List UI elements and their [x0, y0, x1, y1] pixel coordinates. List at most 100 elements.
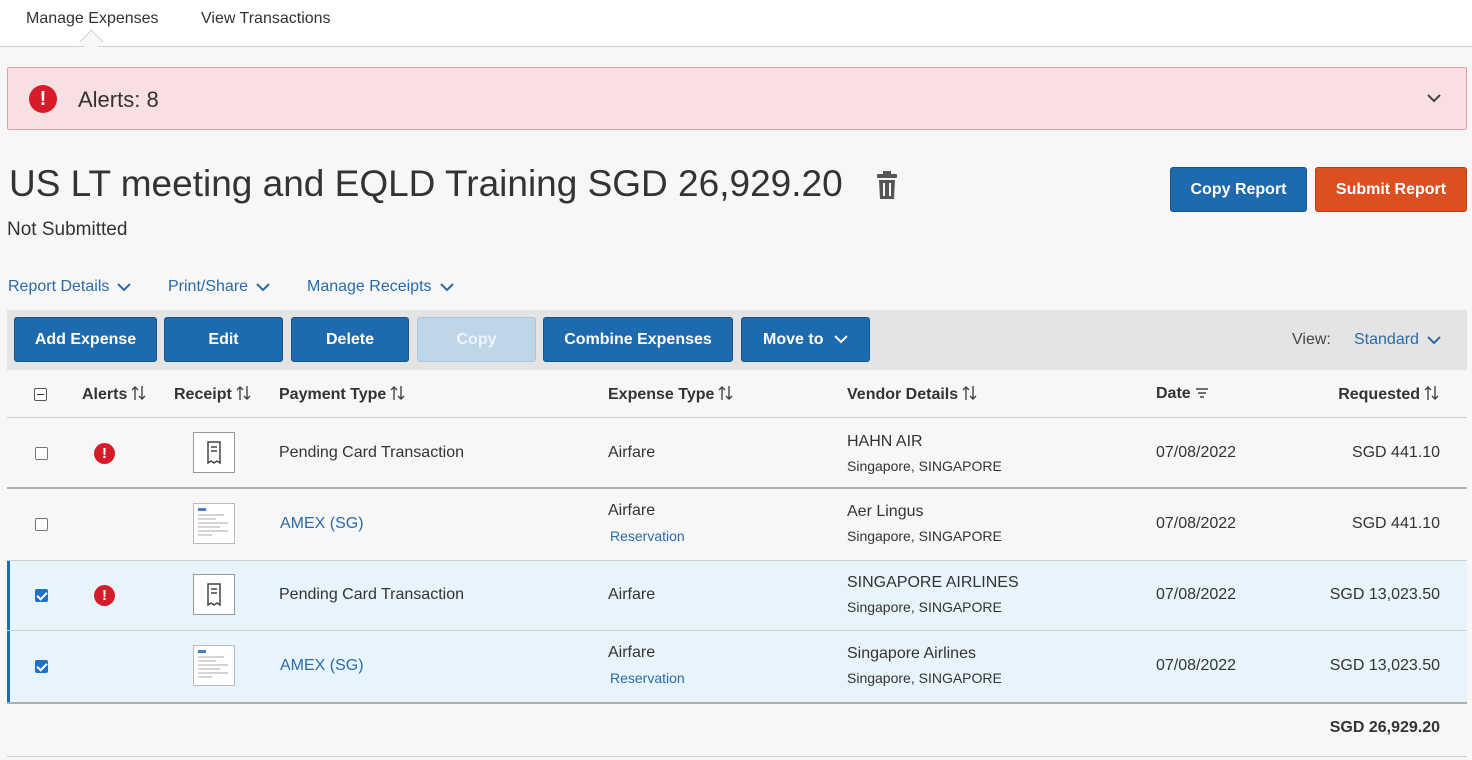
receipt-icon[interactable] — [193, 432, 235, 473]
vendor-name: Aer Lingus — [847, 503, 924, 520]
chevron-down-icon — [1427, 336, 1441, 345]
alerts-banner[interactable]: ! Alerts: 8 — [7, 67, 1467, 130]
bottom-divider — [7, 756, 1467, 757]
select-all-checkbox[interactable] — [34, 388, 47, 401]
receipt-thumbnail[interactable] — [193, 645, 235, 686]
delete-button[interactable]: Delete — [291, 317, 409, 362]
row-checkbox[interactable] — [35, 518, 48, 531]
exclamation-circle-icon: ! — [94, 585, 115, 606]
view-selector[interactable]: Standard — [1354, 331, 1441, 349]
receipt-icon[interactable] — [193, 574, 235, 615]
chevron-down-icon — [117, 283, 132, 292]
report-details-menu[interactable]: Report Details — [8, 278, 132, 296]
exclamation-circle-icon: ! — [94, 443, 115, 464]
transaction-date: 07/08/2022 — [1156, 586, 1237, 603]
reservation-link[interactable]: Reservation — [610, 670, 685, 686]
column-header-vendor-details[interactable]: Vendor Details — [847, 385, 978, 404]
column-header-date-label: Date — [1156, 385, 1191, 402]
vendor-location: Singapore, SINGAPORE — [847, 599, 1002, 615]
transaction-date: 07/08/2022 — [1156, 515, 1237, 532]
chevron-down-icon[interactable] — [1426, 90, 1442, 106]
receipt-thumbnail[interactable] — [193, 503, 235, 544]
tab-manage-expenses[interactable]: Manage Expenses — [26, 10, 159, 28]
requested-amount: SGD 441.10 — [1351, 444, 1440, 461]
expense-type: Airfare — [608, 644, 656, 661]
expense-toolbar: Add Expense Edit Delete Copy Combine Exp… — [7, 310, 1467, 370]
column-header-receipt-label: Receipt — [174, 386, 232, 403]
chevron-down-icon — [834, 335, 848, 344]
transaction-date: 07/08/2022 — [1156, 444, 1237, 461]
column-header-expense-type-label: Expense Type — [608, 386, 715, 403]
print-share-menu[interactable]: Print/Share — [168, 278, 270, 296]
alerts-count: Alerts: 8 — [78, 87, 159, 112]
edit-button[interactable]: Edit — [164, 317, 283, 362]
column-header-alerts-label: Alerts — [82, 386, 128, 403]
top-tabs: Manage Expenses View Transactions — [0, 0, 1472, 47]
vendor-location: Singapore, SINGAPORE — [847, 528, 1002, 544]
view-label: View: — [1292, 331, 1331, 348]
reservation-link[interactable]: Reservation — [610, 528, 685, 544]
expense-type: Airfare — [608, 586, 656, 603]
column-header-requested-label: Requested — [1338, 386, 1420, 403]
copy-report-button[interactable]: Copy Report — [1170, 167, 1307, 212]
vendor-location: Singapore, SINGAPORE — [847, 458, 1002, 474]
payment-type-link[interactable]: AMEX (SG) — [280, 515, 364, 533]
copy-button[interactable]: Copy — [417, 317, 536, 362]
sort-icon — [236, 386, 251, 400]
combine-expenses-button[interactable]: Combine Expenses — [543, 317, 733, 362]
column-header-payment-type[interactable]: Payment Type — [279, 385, 406, 404]
report-total: SGD 26,929.20 — [1329, 719, 1440, 736]
trash-icon[interactable] — [876, 170, 898, 200]
manage-receipts-menu[interactable]: Manage Receipts — [307, 278, 454, 296]
tab-view-transactions[interactable]: View Transactions — [201, 10, 331, 28]
table-row[interactable]: AMEX (SG) Airfare Reservation Singapore … — [7, 631, 1467, 702]
table-header: Alerts Receipt Payment Type Expense Type… — [7, 370, 1467, 418]
table-footer-divider — [7, 702, 1467, 704]
sort-icon — [1424, 386, 1439, 400]
print-share-label: Print/Share — [168, 278, 249, 295]
submit-report-button[interactable]: Submit Report — [1315, 167, 1467, 212]
table-row[interactable]: AMEX (SG) Airfare Reservation Aer Lingus… — [7, 489, 1467, 560]
column-header-expense-type[interactable]: Expense Type — [608, 385, 734, 404]
sort-icon — [131, 386, 146, 400]
transaction-date: 07/08/2022 — [1156, 657, 1237, 674]
sort-icon — [718, 386, 733, 400]
column-header-alerts[interactable]: Alerts — [82, 385, 147, 404]
exclamation-circle-icon: ! — [29, 85, 57, 113]
vendor-name: Singapore Airlines — [847, 645, 976, 662]
payment-type: Pending Card Transaction — [279, 444, 464, 461]
sort-icon — [390, 386, 405, 400]
move-to-label: Move to — [763, 331, 824, 348]
requested-amount: SGD 13,023.50 — [1329, 586, 1440, 603]
requested-amount: SGD 441.10 — [1351, 515, 1440, 532]
view-value: Standard — [1354, 331, 1419, 348]
table-row[interactable]: ! Pending Card Transaction Airfare HAHN … — [7, 418, 1467, 488]
report-details-label: Report Details — [8, 278, 110, 295]
expense-type: Airfare — [608, 444, 656, 461]
vendor-name: SINGAPORE AIRLINES — [847, 574, 1019, 591]
minus-icon — [37, 394, 44, 395]
add-expense-button[interactable]: Add Expense — [14, 317, 157, 362]
column-header-payment-type-label: Payment Type — [279, 386, 387, 403]
chevron-down-icon — [439, 283, 454, 292]
requested-amount: SGD 13,023.50 — [1329, 657, 1440, 674]
payment-type-link[interactable]: AMEX (SG) — [280, 657, 364, 675]
row-checkbox[interactable] — [35, 447, 48, 460]
report-title: US LT meeting and EQLD Training SGD 26,9… — [9, 163, 843, 204]
table-row[interactable]: ! Pending Card Transaction Airfare SINGA… — [7, 561, 1467, 631]
expense-type: Airfare — [608, 502, 656, 519]
vendor-name: HAHN AIR — [847, 433, 923, 450]
column-header-receipt[interactable]: Receipt — [174, 385, 252, 404]
column-header-requested[interactable]: Requested — [1338, 385, 1440, 404]
payment-type: Pending Card Transaction — [279, 586, 464, 603]
chevron-down-icon — [256, 283, 270, 292]
row-checkbox[interactable] — [35, 589, 48, 602]
sort-descending-icon — [1195, 388, 1208, 398]
vendor-location: Singapore, SINGAPORE — [847, 670, 1002, 686]
move-to-button[interactable]: Move to — [741, 317, 870, 362]
report-status: Not Submitted — [7, 219, 128, 240]
row-checkbox[interactable] — [35, 660, 48, 673]
manage-receipts-label: Manage Receipts — [307, 278, 432, 295]
column-header-vendor-details-label: Vendor Details — [847, 386, 959, 403]
column-header-date[interactable]: Date — [1156, 385, 1210, 403]
